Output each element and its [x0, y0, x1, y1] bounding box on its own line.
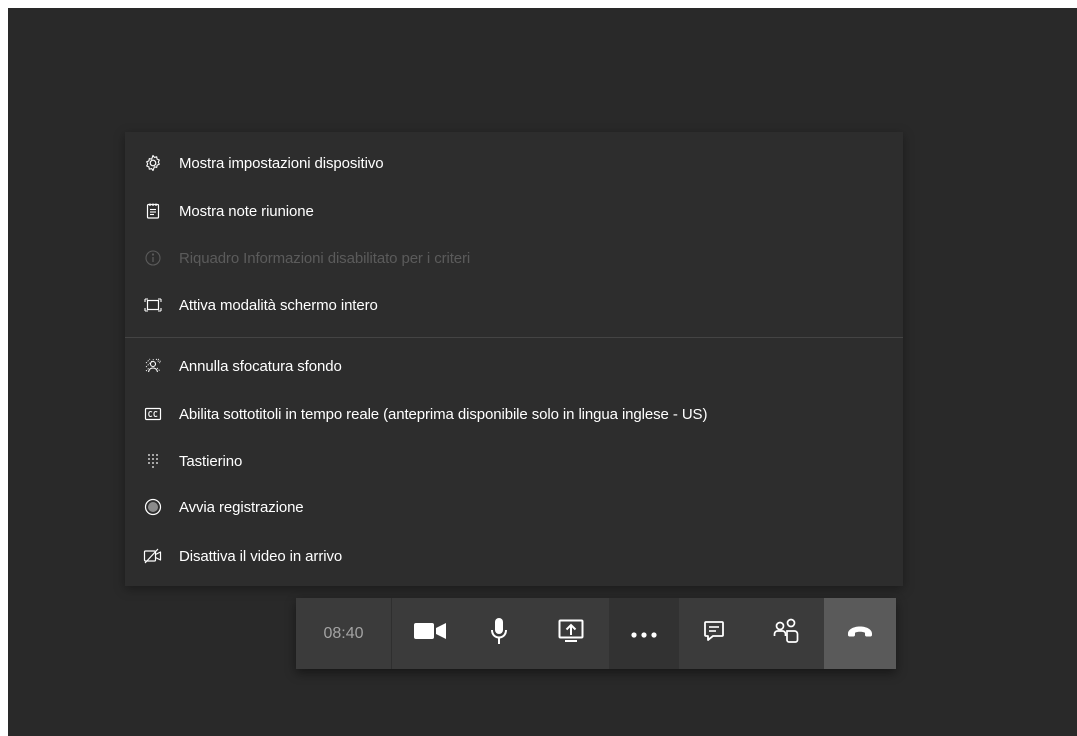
- video-off-icon: [143, 547, 163, 565]
- notes-icon: [143, 202, 163, 220]
- menu-item-label: Avvia registrazione: [179, 498, 304, 516]
- record-icon: [143, 498, 163, 516]
- menu-item-disable-incoming-video[interactable]: Disattiva il video in arrivo: [125, 536, 903, 576]
- microphone-button[interactable]: [464, 598, 534, 669]
- hang-up-icon: [846, 624, 874, 643]
- menu-item-label: Riquadro Informazioni disabilitato per i…: [179, 249, 471, 267]
- menu-item-label: Tastierino: [179, 452, 243, 470]
- share-screen-button[interactable]: [536, 598, 606, 669]
- gear-icon: [143, 154, 163, 172]
- menu-item-live-captions[interactable]: Abilita sottotitoli in tempo reale (ante…: [125, 394, 903, 434]
- info-icon: [143, 249, 163, 267]
- call-duration: 08:40: [296, 598, 392, 669]
- menu-item-device-settings[interactable]: Mostra impostazioni dispositivo: [125, 143, 903, 183]
- menu-item-label: Abilita sottotitoli in tempo reale (ante…: [179, 405, 708, 423]
- menu-item-info-pane: Riquadro Informazioni disabilitato per i…: [125, 238, 903, 278]
- menu-item-start-recording[interactable]: Avvia registrazione: [125, 487, 903, 527]
- dialpad-icon: [143, 452, 163, 470]
- blur-background-icon: [143, 357, 163, 375]
- camera-button[interactable]: [395, 598, 465, 669]
- menu-divider: [125, 337, 903, 338]
- hang-up-button[interactable]: [824, 598, 896, 669]
- more-options-icon: [631, 625, 657, 643]
- microphone-icon: [490, 617, 508, 650]
- chat-button[interactable]: [679, 598, 749, 669]
- menu-item-blur-background[interactable]: Annulla sfocatura sfondo: [125, 346, 903, 386]
- menu-item-label: Disattiva il video in arrivo: [179, 547, 343, 565]
- meeting-stage: Mostra impostazioni dispositivo Mostra n…: [8, 8, 1077, 736]
- menu-item-label: Mostra impostazioni dispositivo: [179, 154, 384, 172]
- closed-captions-icon: [143, 405, 163, 423]
- more-options-menu: Mostra impostazioni dispositivo Mostra n…: [125, 132, 903, 586]
- menu-item-label: Attiva modalità schermo intero: [179, 296, 378, 314]
- fullscreen-icon: [143, 296, 163, 314]
- menu-item-label: Mostra note riunione: [179, 202, 314, 220]
- chat-icon: [703, 620, 725, 647]
- menu-item-dialpad[interactable]: Tastierino: [125, 441, 903, 481]
- menu-item-fullscreen[interactable]: Attiva modalità schermo intero: [125, 285, 903, 325]
- more-options-button[interactable]: [609, 598, 679, 669]
- menu-item-label: Annulla sfocatura sfondo: [179, 357, 342, 375]
- participants-icon: [773, 618, 799, 649]
- camera-icon: [413, 621, 447, 646]
- menu-item-meeting-notes[interactable]: Mostra note riunione: [125, 191, 903, 231]
- participants-button[interactable]: [751, 598, 821, 669]
- call-toolbar: 08:40: [296, 598, 896, 669]
- share-screen-icon: [558, 619, 584, 648]
